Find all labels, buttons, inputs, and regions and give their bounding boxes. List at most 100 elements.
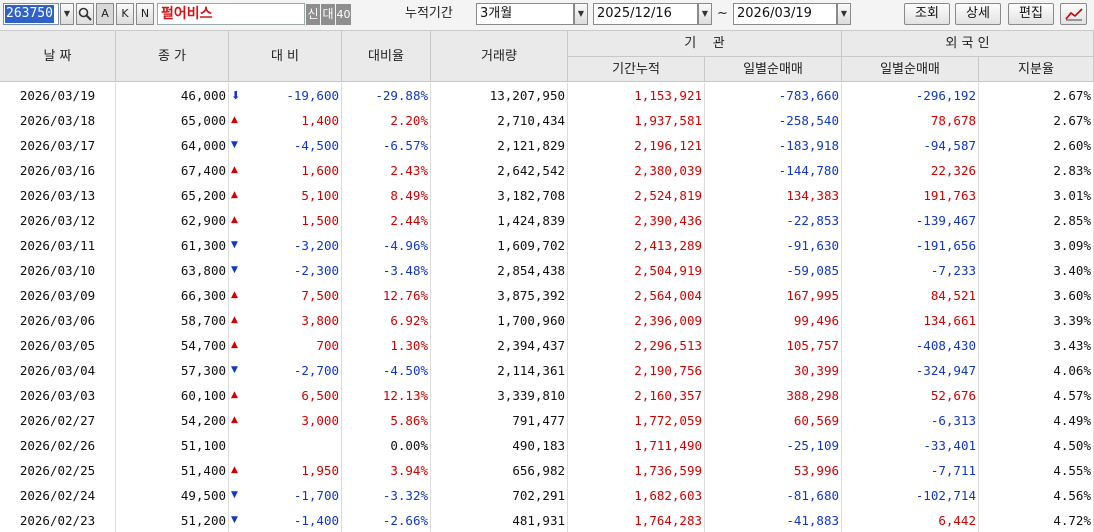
table-row[interactable]: 2026/02/26 51,100 0.00% 490,183 1,711,490 -25… [0,433,1094,458]
cell-close: 51,100 [116,433,229,458]
chart-icon[interactable] [1060,3,1087,25]
code-dropdown-button[interactable]: ▼ [60,3,74,25]
lower-limit-arrow-icon: ⬇ [231,89,241,102]
table-row[interactable]: 2026/03/03 60,100 6,500 12.13% 3,339,810 2,16… [0,383,1094,408]
cell-change-rate: 6.92% [342,308,431,333]
cell-change: -2,300 [229,258,342,283]
table-row[interactable]: 2026/02/23 51,200 -1,400 -2.66% 481,931 1,764… [0,508,1094,532]
cell-change: 700 [229,333,342,358]
header-volume[interactable]: 거래량 [431,31,568,82]
edit-button[interactable]: 편집 [1008,3,1054,25]
cell-inst-cumulative: 2,160,357 [568,383,705,408]
cell-change: 5,100 [229,183,342,208]
cell-foreign-daily: -191,656 [842,233,979,258]
header-foreign-daily[interactable]: 일별순매매 [842,57,979,82]
table-row[interactable]: 2026/03/17 64,000 -4,500 -6.57% 2,121,829 2,1… [0,133,1094,158]
header-inst-daily[interactable]: 일별순매매 [705,57,842,82]
cell-inst-daily: 60,569 [705,408,842,433]
end-date-dropdown-button[interactable]: ▼ [837,3,851,25]
start-date-input[interactable]: 2025/12/16 [593,3,698,25]
cell-date: 2026/03/05 [0,333,116,358]
cell-inst-cumulative: 1,736,599 [568,458,705,483]
table-row[interactable]: 2026/02/27 54,200 3,000 5.86% 791,477 1,772,0… [0,408,1094,433]
cell-inst-daily: -81,680 [705,483,842,508]
up-triangle-icon: ▲ [231,340,238,350]
header-inst-cumulative[interactable]: 기간누적 [568,57,705,82]
cell-inst-cumulative: 1,937,581 [568,108,705,133]
period-dropdown-button[interactable]: ▼ [574,3,588,25]
cell-foreign-daily: -139,467 [842,208,979,233]
cell-change-rate: 5.86% [342,408,431,433]
search-icon[interactable] [76,3,94,25]
cell-foreign-ratio: 4.55% [979,458,1094,483]
cell-volume: 3,182,708 [431,183,568,208]
down-triangle-icon: ▼ [231,265,238,275]
cell-volume: 1,700,960 [431,308,568,333]
cell-change-rate: -2.66% [342,508,431,532]
stock-code-input[interactable]: 263750 [3,3,59,25]
table-row[interactable]: 2026/03/04 57,300 -2,700 -4.50% 2,114,361 2,1… [0,358,1094,383]
cell-date: 2026/02/26 [0,433,116,458]
cell-volume: 3,875,392 [431,283,568,308]
cell-inst-cumulative: 2,524,819 [568,183,705,208]
table-row[interactable]: 2026/02/24 49,500 -1,700 -3.32% 702,291 1,682… [0,483,1094,508]
table-row[interactable]: 2026/03/05 54,700 700 1.30% 2,394,437 2,296,5… [0,333,1094,358]
market-all-button[interactable]: A [96,3,114,25]
cell-inst-daily: -25,109 [705,433,842,458]
cell-inst-cumulative: 2,564,004 [568,283,705,308]
cell-date: 2026/03/09 [0,283,116,308]
table-row[interactable]: 2026/03/18 65,000 1,400 2.20% 2,710,434 1,937… [0,108,1094,133]
start-date-dropdown-button[interactable]: ▼ [698,3,712,25]
cell-change: -4,500 [229,133,342,158]
table-row[interactable]: 2026/03/06 58,700 3,800 6.92% 1,700,960 2,396… [0,308,1094,333]
table-row[interactable]: 2026/03/11 61,300 -3,200 -4.96% 1,609,702 2,4… [0,233,1094,258]
cell-change [229,433,342,458]
cell-change: -2,700 [229,358,342,383]
up-triangle-icon: ▲ [231,315,238,325]
cell-inst-daily: -258,540 [705,108,842,133]
cell-close: 46,000 [116,83,229,108]
cell-close: 67,400 [116,158,229,183]
loan-badge: 대 [321,4,335,25]
cell-change: 1,400 [229,108,342,133]
query-button[interactable]: 조회 [904,3,950,25]
table-row[interactable]: 2026/03/13 65,200 5,100 8.49% 3,182,708 2,524… [0,183,1094,208]
cell-change-rate: 2.20% [342,108,431,133]
table-row[interactable]: 2026/03/09 66,300 7,500 12.76% 3,875,392 2,56… [0,283,1094,308]
header-foreign-ratio[interactable]: 지분율 [979,57,1094,82]
period-select[interactable]: 3개월 [476,3,574,25]
cell-close: 58,700 [116,308,229,333]
cell-volume: 2,114,361 [431,358,568,383]
header-close[interactable]: 종 가 [116,31,229,82]
header-date[interactable]: 날 짜 [0,31,116,82]
cell-change: 1,500 [229,208,342,233]
cell-foreign-ratio: 3.09% [979,233,1094,258]
cell-foreign-daily: -7,711 [842,458,979,483]
market-kospi-button[interactable]: K [116,3,134,25]
table-row[interactable]: 2026/03/10 63,800 -2,300 -3.48% 2,854,438 2,5… [0,258,1094,283]
cell-inst-daily: 53,996 [705,458,842,483]
header-change-rate[interactable]: 대비율 [342,31,431,82]
table-row[interactable]: 2026/03/16 67,400 1,600 2.43% 2,642,542 2,380… [0,158,1094,183]
cell-volume: 490,183 [431,433,568,458]
cell-inst-cumulative: 2,390,436 [568,208,705,233]
table-row[interactable]: 2026/03/19 46,000 -19,600 -29.88% 13,207,950… [0,83,1094,108]
detail-button[interactable]: 상세 [955,3,1001,25]
cell-date: 2026/03/18 [0,108,116,133]
market-nxt-button[interactable]: N [136,3,154,25]
cell-close: 51,400 [116,458,229,483]
cell-date: 2026/03/17 [0,133,116,158]
table-row[interactable]: 2026/02/25 51,400 1,950 3.94% 656,982 1,736,5… [0,458,1094,483]
cell-change: 3,800 [229,308,342,333]
header-change[interactable]: 대 비 [229,31,342,82]
cell-inst-daily: 388,298 [705,383,842,408]
cell-change: -1,400 [229,508,342,532]
table-row[interactable]: 2026/03/12 62,900 1,500 2.44% 1,424,839 2,390… [0,208,1094,233]
cell-change-rate: 8.49% [342,183,431,208]
end-date-input[interactable]: 2026/03/19 [733,3,837,25]
cell-change: 1,600 [229,158,342,183]
cell-close: 54,700 [116,333,229,358]
cell-close: 65,200 [116,183,229,208]
cell-inst-daily: -144,780 [705,158,842,183]
cell-change: -1,700 [229,483,342,508]
